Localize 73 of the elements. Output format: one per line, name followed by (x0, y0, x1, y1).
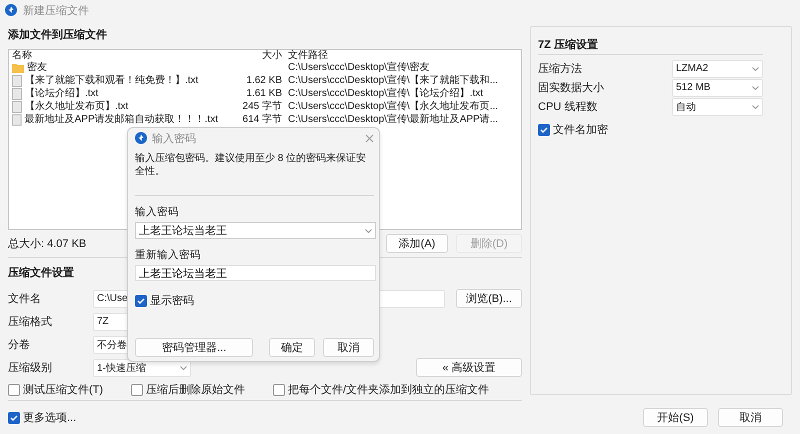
document-icon (12, 88, 22, 100)
option-select[interactable]: LZMA2 (672, 60, 763, 78)
file-size: 1.61 KB (246, 87, 282, 100)
file-name[interactable]: 【论坛介绍】.txt (25, 87, 98, 100)
field-label: 压缩格式 (8, 314, 53, 329)
cancel-button[interactable]: 取消 (718, 408, 783, 427)
add-button[interactable]: 添加(A) (386, 234, 448, 253)
column-header[interactable]: 文件路径 (288, 50, 538, 61)
password-manager-button[interactable]: 密码管理器... (135, 338, 254, 357)
start-button[interactable]: 开始(S) (643, 408, 708, 427)
document-icon (12, 114, 22, 126)
file-name[interactable]: 最新地址及APP请发邮箱自动获取！！！.txt (24, 113, 218, 126)
advanced-settings-button[interactable]: « 高级设置 (416, 358, 522, 377)
checkbox[interactable] (8, 384, 20, 396)
checkbox[interactable] (135, 294, 147, 306)
file-size: 614 字节 (242, 113, 282, 126)
chevron-down-icon (180, 366, 187, 370)
checkbox[interactable] (8, 412, 20, 424)
file-path: C:\Users\ccc\Desktop\宣传\最新地址及APP请... (288, 113, 498, 126)
window-title: 新建压缩文件 (23, 4, 89, 18)
app-icon (5, 4, 17, 16)
file-path: C:\Users\ccc\Desktop\宣传\密友 (288, 61, 430, 74)
chevron-down-icon (752, 86, 759, 90)
browse-button[interactable]: 浏览(B)... (456, 289, 522, 308)
checkbox-label: 显示密码 (150, 294, 194, 308)
checkbox[interactable] (273, 384, 286, 396)
document-icon (12, 100, 22, 112)
file-path: C:\Users\ccc\Desktop\宣传\【来了就能下载和... (288, 74, 498, 87)
ok-button[interactable]: 确定 (269, 338, 315, 357)
file-name[interactable]: 密友 (27, 61, 47, 74)
checkbox[interactable] (538, 124, 550, 136)
total-size: 总大小: 4.07 KB (8, 237, 86, 251)
folder-icon (12, 62, 24, 72)
checkbox-label: 文件名加密 (553, 122, 608, 137)
chevron-down-icon (752, 104, 759, 108)
file-path: C:\Users\ccc\Desktop\宣传\【永久地址发布页... (288, 100, 498, 113)
chevron-down-icon (365, 228, 372, 232)
section-title: 压缩文件设置 (8, 266, 74, 280)
field-label: CPU 线程数 (538, 100, 598, 114)
field-label: 压缩方法 (538, 62, 582, 76)
field-label: 压缩级别 (8, 360, 53, 375)
field-label: 固实数据大小 (538, 80, 604, 95)
checkmark-icon (10, 414, 18, 420)
section-title: 添加文件到压缩文件 (8, 28, 107, 42)
app-icon (135, 132, 147, 144)
checkbox[interactable] (131, 384, 144, 396)
dialog-title: 输入密码 (152, 132, 196, 146)
checkbox-label: 把每个文件/文件夹添加到独立的压缩文件 (288, 382, 490, 397)
field-label: 输入密码 (135, 204, 180, 220)
column-header[interactable]: 大小 (224, 50, 282, 61)
checkbox-label: 测试压缩文件(T) (23, 382, 104, 397)
password-field[interactable]: 上老王论坛当老王 (135, 222, 376, 239)
panel-title: 7Z 压缩设置 (538, 38, 598, 52)
confirm-password-field[interactable]: 上老王论坛当老王 (135, 265, 376, 281)
checkbox-label: 更多选项... (23, 411, 76, 425)
option-select[interactable]: 自动 (672, 98, 763, 116)
file-name[interactable]: 【永久地址发布页】.txt (25, 100, 128, 113)
document-icon (12, 74, 22, 86)
field-label: 重新输入密码 (135, 248, 202, 262)
checkbox-label: 压缩后删除原始文件 (146, 382, 246, 397)
file-name[interactable]: 【来了就能下载和观看！纯免费！】.txt (25, 74, 198, 87)
file-size: 245 字节 (242, 100, 282, 113)
option-select[interactable]: 512 MB (672, 78, 763, 96)
checkmark-icon (540, 126, 548, 132)
chevron-down-icon (752, 66, 759, 70)
file-size: 1.62 KB (246, 74, 282, 87)
checkmark-icon (137, 298, 145, 304)
field-label: 文件名 (8, 292, 42, 306)
column-header[interactable]: 名称 (12, 50, 218, 61)
dialog-message: 输入压缩包密码。建议使用至少 8 位的密码来保证安全性。 (135, 152, 368, 179)
field-label: 分卷 (8, 338, 31, 352)
cancel-button[interactable]: 取消 (322, 338, 374, 357)
file-path: C:\Users\ccc\Desktop\宣传\【论坛介绍】.txt (288, 87, 484, 100)
